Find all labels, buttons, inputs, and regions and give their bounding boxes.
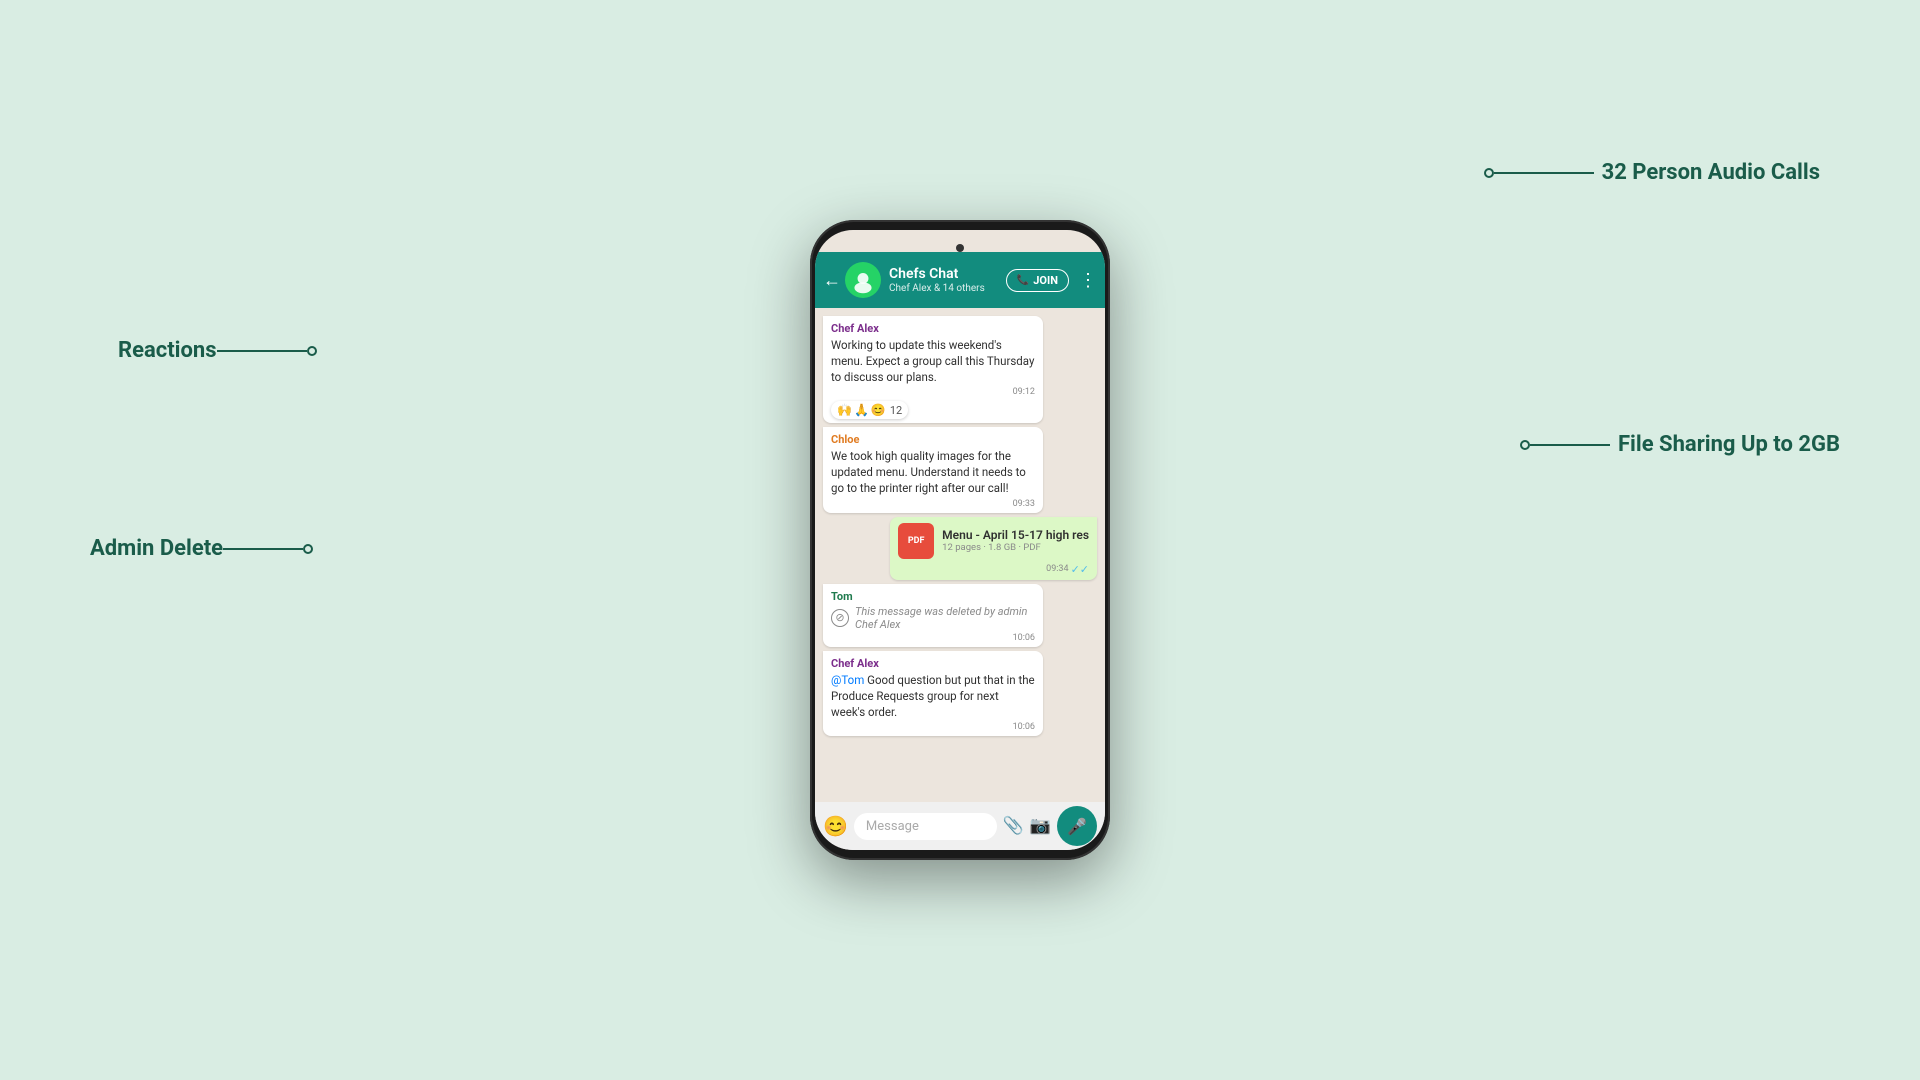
message-chef-alex-1: Chef Alex Working to update this weekend… (823, 316, 1043, 423)
back-button[interactable]: ← (823, 270, 841, 291)
admin-delete-label: Admin Delete (90, 536, 223, 561)
double-tick: ✓✓ (1071, 563, 1089, 576)
header-info: Chefs Chat Chef Alex & 14 others (889, 266, 1006, 294)
sender-name: Tom (831, 590, 1035, 603)
audio-line (1494, 172, 1594, 174)
message-time: 09:33 (831, 499, 1035, 509)
phone-shell: ← Chefs Chat Chef Alex & 14 others 📞 JOI… (810, 220, 1110, 860)
message-time: 09:12 (831, 387, 1035, 397)
sender-name: Chloe (831, 433, 1035, 446)
message-time: 10:06 (831, 722, 1035, 732)
deleted-text: This message was deleted by admin Chef A… (855, 605, 1035, 631)
message-input[interactable]: Message (854, 813, 997, 840)
input-bar: 😊 Message 📎 📷 🎤 (815, 802, 1105, 850)
message-text: Working to update this weekend's menu. E… (831, 337, 1035, 385)
file-attachment: PDF Menu - April 15-17 high res 12 pages… (898, 523, 1089, 559)
chat-header: ← Chefs Chat Chef Alex & 14 others 📞 JOI… (815, 252, 1105, 308)
audio-calls-label: 32 Person Audio Calls (1602, 160, 1820, 185)
reaction-count: 12 (890, 404, 902, 417)
mic-button[interactable]: 🎤 (1057, 806, 1097, 846)
mention: @Tom (831, 673, 864, 687)
admin-line (223, 548, 303, 550)
join-label: JOIN (1033, 274, 1058, 287)
input-placeholder: Message (866, 819, 919, 834)
file-sharing-label: File Sharing Up to 2GB (1618, 432, 1840, 457)
message-chef-alex-2: Chef Alex @Tom Good question but put tha… (823, 651, 1043, 736)
phone-icon: 📞 (1017, 275, 1029, 286)
message-file-sent: PDF Menu - April 15-17 high res 12 pages… (890, 517, 1097, 580)
message-time: 10:06 (831, 633, 1035, 643)
sender-name: Chef Alex (831, 657, 1035, 670)
file-line (1530, 444, 1610, 446)
message-tom-deleted: Tom ⊘ This message was deleted by admin … (823, 584, 1043, 647)
group-avatar (845, 262, 881, 298)
file-name: Menu - April 15-17 high res (942, 528, 1089, 542)
file-dot (1520, 440, 1530, 450)
message-text: We took high quality images for the upda… (831, 448, 1035, 496)
file-sharing-annotation: File Sharing Up to 2GB (1520, 432, 1840, 457)
reactions-line (217, 350, 307, 352)
reactions-annotation: Reactions (118, 338, 317, 363)
camera-dot (956, 244, 964, 252)
audio-dot (1484, 168, 1494, 178)
deleted-icon: ⊘ (831, 609, 849, 627)
message-text: @Tom Good question but put that in the P… (831, 672, 1035, 720)
camera-button[interactable]: 📷 (1030, 816, 1051, 836)
audio-calls-annotation: 32 Person Audio Calls (1484, 160, 1820, 185)
admin-dot (303, 544, 313, 554)
reactions-dot (307, 346, 317, 356)
deleted-message: ⊘ This message was deleted by admin Chef… (831, 605, 1035, 631)
phone-screen: ← Chefs Chat Chef Alex & 14 others 📞 JOI… (815, 230, 1105, 850)
more-options-button[interactable]: ⋮ (1079, 270, 1097, 291)
reaction-3: 😊 (871, 403, 886, 417)
reactions-label: Reactions (118, 338, 217, 363)
message-time: 09:34 ✓✓ (898, 563, 1089, 576)
file-info: Menu - April 15-17 high res 12 pages · 1… (942, 528, 1089, 553)
phone-container: ← Chefs Chat Chef Alex & 14 others 📞 JOI… (810, 220, 1110, 860)
group-subtitle: Chef Alex & 14 others (889, 283, 1006, 294)
mic-icon: 🎤 (1067, 817, 1087, 836)
emoji-button[interactable]: 😊 (823, 814, 848, 838)
reaction-2: 🙏 (854, 403, 869, 417)
admin-delete-annotation: Admin Delete (90, 536, 313, 561)
file-meta: 12 pages · 1.8 GB · PDF (942, 542, 1089, 553)
pdf-icon: PDF (898, 523, 934, 559)
sender-name: Chef Alex (831, 322, 1035, 335)
message-reactions: 🙌 🙏 😊 12 (831, 401, 908, 419)
attach-button[interactable]: 📎 (1003, 816, 1024, 836)
message-chloe-1: Chloe We took high quality images for th… (823, 427, 1043, 512)
group-name: Chefs Chat (889, 266, 1006, 283)
join-button[interactable]: 📞 JOIN (1006, 269, 1069, 292)
reaction-1: 🙌 (837, 403, 852, 417)
chat-area: Chef Alex Working to update this weekend… (815, 308, 1105, 802)
